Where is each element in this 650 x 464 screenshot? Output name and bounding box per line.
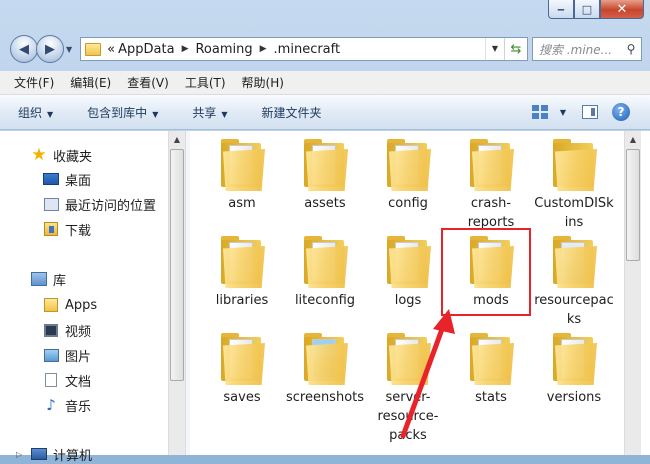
address-bar[interactable]: « AppData ▶ Roaming ▶ .minecraft ▼ ⇆ [80, 37, 528, 61]
content-area: ★ 收藏夹 桌面 最近访问的位置 下载 库 Apps 视频 图片 文档 ♪ 音乐… [0, 131, 650, 464]
caption-buttons: ‒ □ ✕ [548, 0, 644, 20]
forward-button[interactable]: ▶ [36, 35, 64, 63]
search-placeholder: 搜索 .mine... [539, 42, 613, 57]
maximize-button[interactable]: □ [574, 0, 600, 19]
breadcrumb-minecraft[interactable]: .minecraft [274, 42, 341, 57]
menu-tools[interactable]: 工具(T) [185, 74, 226, 91]
minimize-button[interactable]: ‒ [548, 0, 574, 19]
refresh-icon[interactable]: ⇆ [504, 38, 527, 60]
help-icon[interactable]: ? [612, 103, 630, 121]
close-button[interactable]: ✕ [600, 0, 644, 19]
menu-view[interactable]: 查看(V) [127, 74, 169, 91]
view-options-dropdown-icon[interactable]: ▼ [560, 108, 566, 117]
breadcrumb-roaming[interactable]: Roaming [195, 42, 252, 57]
menu-file[interactable]: 文件(F) [14, 74, 54, 91]
address-row: ◀ ▶ ▼ « AppData ▶ Roaming ▶ .minecraft ▼… [10, 34, 642, 64]
search-input[interactable]: 搜索 .mine... ⚲ [532, 37, 642, 61]
breadcrumb-appdata[interactable]: AppData [118, 42, 174, 57]
chevron-down-icon: ▼ [152, 109, 159, 119]
menu-bar: 文件(F) 编辑(E) 查看(V) 工具(T) 帮助(H) [0, 71, 650, 95]
include-in-library-label: 包含到库中 [87, 105, 148, 120]
chevron-down-icon: ▼ [221, 109, 228, 119]
command-bar: 组织 ▼ 包含到库中 ▼ 共享 ▼ 新建文件夹 ▼ ? [0, 95, 650, 130]
organize-label: 组织 [18, 105, 43, 120]
preview-pane-icon[interactable] [582, 105, 598, 119]
change-view-icon[interactable] [531, 105, 548, 119]
menu-edit[interactable]: 编辑(E) [70, 74, 111, 91]
recent-pages-dropdown[interactable]: ▼ [66, 45, 72, 54]
share-button[interactable]: 共享 ▼ [192, 104, 227, 121]
menu-help[interactable]: 帮助(H) [242, 74, 284, 91]
annotation-arrow-icon [400, 309, 455, 439]
explorer-window: ‒ □ ✕ ◀ ▶ ▼ « AppData ▶ Roaming ▶ .minec… [0, 0, 650, 464]
folder-icon [85, 42, 102, 56]
breadcrumb-separator-icon[interactable]: ▶ [182, 44, 189, 54]
new-folder-button[interactable]: 新建文件夹 [262, 104, 322, 121]
include-in-library-button[interactable]: 包含到库中 ▼ [87, 104, 158, 121]
search-icon[interactable]: ⚲ [621, 42, 641, 56]
address-dropdown-icon[interactable]: ▼ [485, 38, 504, 60]
back-arrow-icon: ◀ [19, 41, 29, 57]
breadcrumb-separator-icon[interactable]: ▶ [260, 44, 267, 54]
chevron-down-icon: ▼ [47, 109, 54, 119]
forward-arrow-icon: ▶ [45, 41, 55, 57]
organize-button[interactable]: 组织 ▼ [18, 104, 53, 121]
back-button[interactable]: ◀ [10, 35, 38, 63]
address-overflow[interactable]: « [107, 42, 115, 57]
share-label: 共享 [192, 105, 217, 120]
